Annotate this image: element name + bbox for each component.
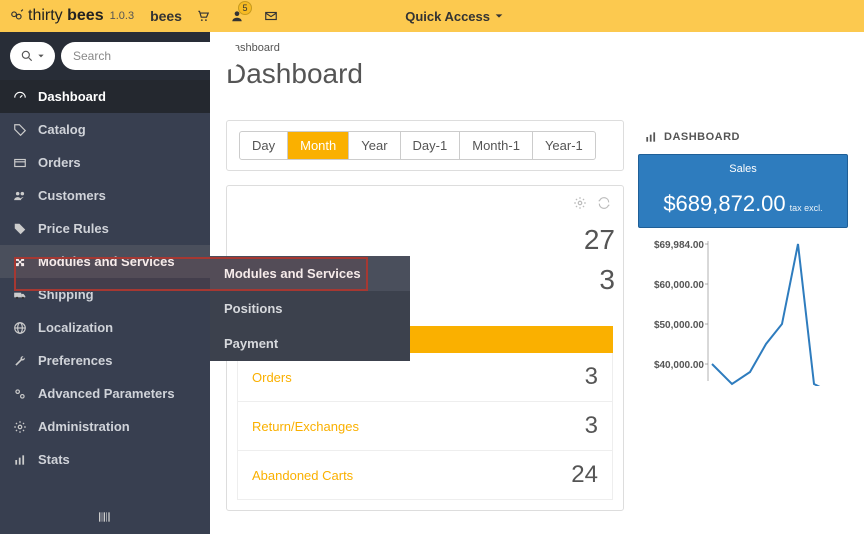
wrench-icon xyxy=(12,354,28,368)
sidebar-item-label: Advanced Parameters xyxy=(38,386,175,401)
sidebar-item-stats[interactable]: Stats xyxy=(0,443,210,476)
sidebar-item-localization[interactable]: Localization xyxy=(0,311,210,344)
topbar: thirty bees 1.0.3 bees 5 Quick Access xyxy=(0,0,864,32)
bar-chart-icon xyxy=(644,130,658,144)
sidebar-item-price-rules[interactable]: Price Rules xyxy=(0,212,210,245)
bar-chart-icon xyxy=(12,453,28,467)
barcode-icon[interactable] xyxy=(0,509,210,528)
bee-logo-icon xyxy=(10,9,24,23)
search-icon xyxy=(20,49,34,63)
tags-icon xyxy=(12,123,28,137)
puzzle-icon xyxy=(12,255,28,269)
users-icon xyxy=(12,189,28,203)
logo-text: thirty bees xyxy=(28,7,104,25)
quick-access-menu[interactable]: Quick Access xyxy=(405,9,504,24)
caret-down-icon xyxy=(37,52,45,60)
pending-returns-link[interactable]: Return/Exchanges xyxy=(252,419,359,434)
sidebar-item-shipping[interactable]: Shipping xyxy=(0,278,210,311)
online-visitors-value: 27 xyxy=(584,224,615,256)
active-carts-value: 3 xyxy=(599,264,615,296)
sidebar-item-modules[interactable]: Modules and Services xyxy=(0,245,210,278)
submenu-positions[interactable]: Positions xyxy=(210,291,410,326)
tag-icon xyxy=(12,222,28,236)
search-trigger[interactable] xyxy=(10,42,55,70)
ytick-1: $60,000.00 xyxy=(654,280,704,291)
tab-year[interactable]: Year xyxy=(349,132,400,159)
tab-month-1[interactable]: Month-1 xyxy=(460,132,533,159)
sidebar-item-label: Catalog xyxy=(38,122,86,137)
user-icon[interactable]: 5 xyxy=(224,9,250,23)
pending-returns-value: 3 xyxy=(585,412,598,440)
sidebar-item-orders[interactable]: Orders xyxy=(0,146,210,179)
submenu-payment[interactable]: Payment xyxy=(210,326,410,361)
logo[interactable]: thirty bees 1.0.3 xyxy=(10,7,134,25)
mail-icon[interactable] xyxy=(258,9,284,23)
dashboard-panel-title: DASHBOARD xyxy=(638,120,848,154)
sales-chart: $69,984.00 $60,000.00 $50,000.00 $40,000… xyxy=(638,228,848,399)
modules-submenu: Modules and Services Positions Payment xyxy=(210,256,410,361)
sales-card[interactable]: Sales $689,872.00tax excl. xyxy=(638,154,848,228)
pending-row-abandoned: Abandoned Carts 24 xyxy=(238,451,612,499)
sidebar: Dashboard Catalog Orders Customers Price… xyxy=(0,32,210,534)
sidebar-item-label: Customers xyxy=(38,188,106,203)
sidebar-item-administration[interactable]: Administration xyxy=(0,410,210,443)
sidebar-item-dashboard[interactable]: Dashboard xyxy=(0,80,210,113)
version-label: 1.0.3 xyxy=(110,10,134,22)
sales-amount: $689,872.00tax excl. xyxy=(639,183,847,227)
gear-icon[interactable] xyxy=(571,194,589,212)
sidebar-item-label: Stats xyxy=(38,452,70,467)
cart-icon[interactable] xyxy=(190,9,216,23)
pending-orders-value: 3 xyxy=(585,363,598,391)
ytick-3: $40,000.00 xyxy=(654,360,704,371)
globe-icon xyxy=(12,321,28,335)
sidebar-item-label: Administration xyxy=(38,419,130,434)
page-title: Dashboard xyxy=(210,54,864,120)
ytick-0: $69,984.00 xyxy=(654,240,704,251)
search-input[interactable] xyxy=(61,42,240,70)
sidebar-item-advanced[interactable]: Advanced Parameters xyxy=(0,377,210,410)
sidebar-item-label: Orders xyxy=(38,155,81,170)
sidebar-item-label: Price Rules xyxy=(38,221,109,236)
gauge-icon xyxy=(12,90,28,104)
sidebar-item-label: Dashboard xyxy=(38,89,106,104)
sidebar-item-label: Preferences xyxy=(38,353,112,368)
tab-day[interactable]: Day xyxy=(240,132,288,159)
sidebar-item-label: Localization xyxy=(38,320,113,335)
cogs-icon xyxy=(12,387,28,401)
period-tabs: Day Month Year Day-1 Month-1 Year-1 xyxy=(239,131,596,160)
pending-abandoned-link[interactable]: Abandoned Carts xyxy=(252,468,353,483)
period-panel: Day Month Year Day-1 Month-1 Year-1 xyxy=(226,120,624,171)
dashboard-panel-label: DASHBOARD xyxy=(664,131,740,143)
gear-icon xyxy=(12,420,28,434)
sidebar-item-label: Modules and Services xyxy=(38,254,175,269)
pending-orders-link[interactable]: Orders xyxy=(252,370,292,385)
credit-card-icon xyxy=(12,156,28,170)
sidebar-item-label: Shipping xyxy=(38,287,94,302)
refresh-icon[interactable] xyxy=(595,194,613,212)
tab-year-1[interactable]: Year-1 xyxy=(533,132,595,159)
quick-access-label: Quick Access xyxy=(405,9,490,24)
truck-icon xyxy=(12,288,28,302)
search-row xyxy=(0,32,210,80)
notification-badge: 5 xyxy=(238,1,252,15)
submenu-modules[interactable]: Modules and Services xyxy=(210,256,410,291)
tab-month[interactable]: Month xyxy=(288,132,349,159)
tab-day-1[interactable]: Day-1 xyxy=(401,132,461,159)
caret-down-icon xyxy=(494,11,504,21)
pending-abandoned-value: 24 xyxy=(571,461,598,489)
sidebar-item-customers[interactable]: Customers xyxy=(0,179,210,212)
shop-name[interactable]: bees xyxy=(150,8,182,24)
pending-row-returns: Return/Exchanges 3 xyxy=(238,402,612,451)
breadcrumb: Dashboard xyxy=(210,32,864,54)
sidebar-item-catalog[interactable]: Catalog xyxy=(0,113,210,146)
ytick-2: $50,000.00 xyxy=(654,320,704,331)
sales-title: Sales xyxy=(639,155,847,183)
chart-line xyxy=(712,244,830,386)
sidebar-item-preferences[interactable]: Preferences xyxy=(0,344,210,377)
